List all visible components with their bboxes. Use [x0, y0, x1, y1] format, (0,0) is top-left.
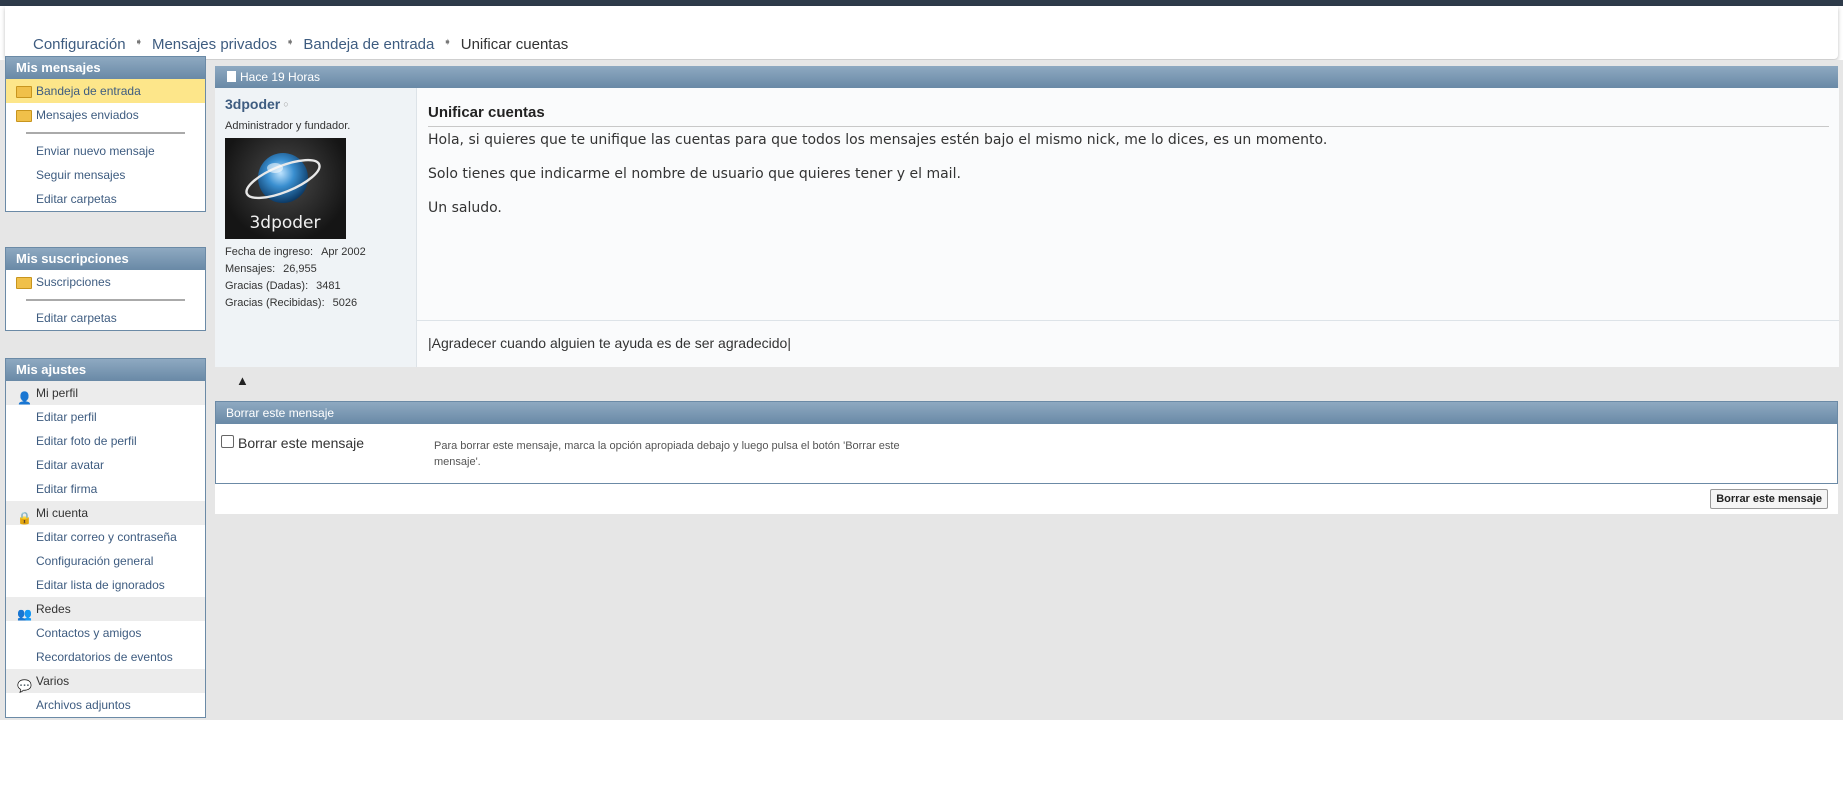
breadcrumb-config[interactable]: Configuración: [33, 36, 126, 53]
offline-status-icon: ○: [283, 99, 289, 109]
sidebar-link-edit-email-password[interactable]: Editar correo y contraseña: [6, 525, 205, 549]
post-content: Unificar cuentas Hola, si quieres que te…: [416, 88, 1839, 367]
sidebar-item-inbox[interactable]: Bandeja de entrada: [6, 79, 205, 103]
avatar-logo-icon: 3dpoder: [245, 153, 321, 233]
avatar-text: 3dpoder: [249, 213, 320, 233]
sidebar-link-edit-signature[interactable]: Editar firma: [6, 477, 205, 501]
breadcrumb-inbox[interactable]: Bandeja de entrada: [303, 36, 434, 53]
delete-checkbox-label[interactable]: Borrar este mensaje: [221, 435, 364, 451]
sidebar-link-track-messages[interactable]: Seguir mensajes: [6, 163, 205, 187]
sidebar-link-ignore-list[interactable]: Editar lista de ignorados: [6, 573, 205, 597]
sidebar-link-new-message[interactable]: Enviar nuevo mensaje: [6, 139, 205, 163]
user-stats: Fecha de ingreso: Apr 2002 Mensajes: 26,95…: [225, 244, 366, 312]
sidebar-link-edit-folders[interactable]: Editar carpetas: [6, 187, 205, 211]
stat-posts: Mensajes: 26,955: [225, 263, 317, 275]
breadcrumb-separator-icon: ➧: [286, 37, 295, 48]
folder-icon: [16, 277, 32, 289]
post-header: Hace 19 Horas: [215, 66, 1838, 88]
section-my-profile: 👤 Mi perfil: [6, 381, 205, 405]
delete-message-title: Borrar este mensaje: [216, 402, 1837, 424]
stat-thanks-received: Gracias (Recibidas): 5026: [225, 297, 358, 309]
breadcrumb-separator-icon: ➧: [443, 37, 452, 48]
sidebar-item-sent[interactable]: Mensajes enviados: [6, 103, 205, 127]
sidebar-link-edit-profile-photo[interactable]: Editar foto de perfil: [6, 429, 205, 453]
delete-message-button[interactable]: Borrar este mensaje: [1710, 489, 1828, 509]
breadcrumb: Configuración ➧ Mensajes privados ➧ Bandeja …: [33, 36, 568, 53]
report-warning-icon[interactable]: ▲: [236, 373, 249, 388]
divider: [428, 126, 1829, 127]
document-icon: [227, 71, 236, 82]
section-misc: 💬 Varios: [6, 669, 205, 693]
post-paragraph: Hola, si quieres que te unifique las cue…: [428, 132, 1328, 148]
post-paragraph: Un saludo.: [428, 200, 502, 216]
folder-icon: [16, 86, 32, 98]
username-link[interactable]: 3dpoder: [225, 96, 280, 112]
sidebar-link-edit-avatar[interactable]: Editar avatar: [6, 453, 205, 477]
my-subscriptions-block: Mis suscripciones Suscripciones Editar c…: [5, 247, 206, 331]
post-time: Hace 19 Horas: [240, 70, 321, 84]
my-messages-title: Mis mensajes: [6, 57, 205, 79]
user-info-panel: 3dpoder ○ Administrador y fundador. 3dpod…: [215, 88, 416, 367]
section-networks: 👥 Redes: [6, 597, 205, 621]
stat-thanks-given: Gracias (Dadas): 3481: [225, 280, 341, 292]
signature: |Agradecer cuando alguien te ayuda es de…: [428, 335, 791, 351]
delete-description: Para borrar este mensaje, marca la opció…: [434, 440, 900, 468]
sidebar-link-edit-profile[interactable]: Editar perfil: [6, 405, 205, 429]
post-body: Hola, si quieres que te unifique las cue…: [428, 132, 1327, 234]
sidebar-link-general-settings[interactable]: Configuración general: [6, 549, 205, 573]
divider: [6, 294, 205, 306]
my-settings-block: Mis ajustes 👤 Mi perfil Editar perfil Edi…: [5, 358, 206, 718]
breadcrumb-current: Unificar cuentas: [460, 36, 569, 53]
post-paragraph: Solo tienes que indicarme el nombre de u…: [428, 166, 961, 182]
delete-footer: Borrar este mensaje: [215, 484, 1838, 514]
breadcrumb-bar: Configuración ➧ Mensajes privados ➧ Bandeja …: [5, 6, 1838, 59]
section-my-account: 🔒 Mi cuenta: [6, 501, 205, 525]
username-wrapper: 3dpoder ○: [225, 96, 289, 112]
post-title: Unificar cuentas: [428, 104, 545, 121]
sidebar-item-subscriptions[interactable]: Suscripciones: [6, 270, 205, 294]
stat-join-date: Fecha de ingreso: Apr 2002: [225, 246, 366, 258]
my-messages-block: Mis mensajes Bandeja de entrada Mensajes…: [5, 56, 206, 212]
breadcrumb-private-messages[interactable]: Mensajes privados: [152, 36, 277, 53]
folder-icon: [16, 110, 32, 122]
divider: [6, 127, 205, 139]
breadcrumb-separator-icon: ➧: [134, 37, 143, 48]
my-subscriptions-title: Mis suscripciones: [6, 248, 205, 270]
sidebar-link-attachments[interactable]: Archivos adjuntos: [6, 693, 205, 717]
delete-checkbox[interactable]: [221, 435, 234, 448]
sidebar-link-event-reminders[interactable]: Recordatorios de eventos: [6, 645, 205, 669]
signature-divider: [417, 320, 1839, 321]
user-title: Administrador y fundador.: [225, 120, 351, 132]
sidebar-link-contacts[interactable]: Contactos y amigos: [6, 621, 205, 645]
sidebar-link-edit-folders-subs[interactable]: Editar carpetas: [6, 306, 205, 330]
my-settings-title: Mis ajustes: [6, 359, 205, 381]
avatar[interactable]: 3dpoder: [225, 138, 346, 239]
delete-message-form: Borrar este mensaje Borrar este mensaje …: [215, 401, 1838, 484]
